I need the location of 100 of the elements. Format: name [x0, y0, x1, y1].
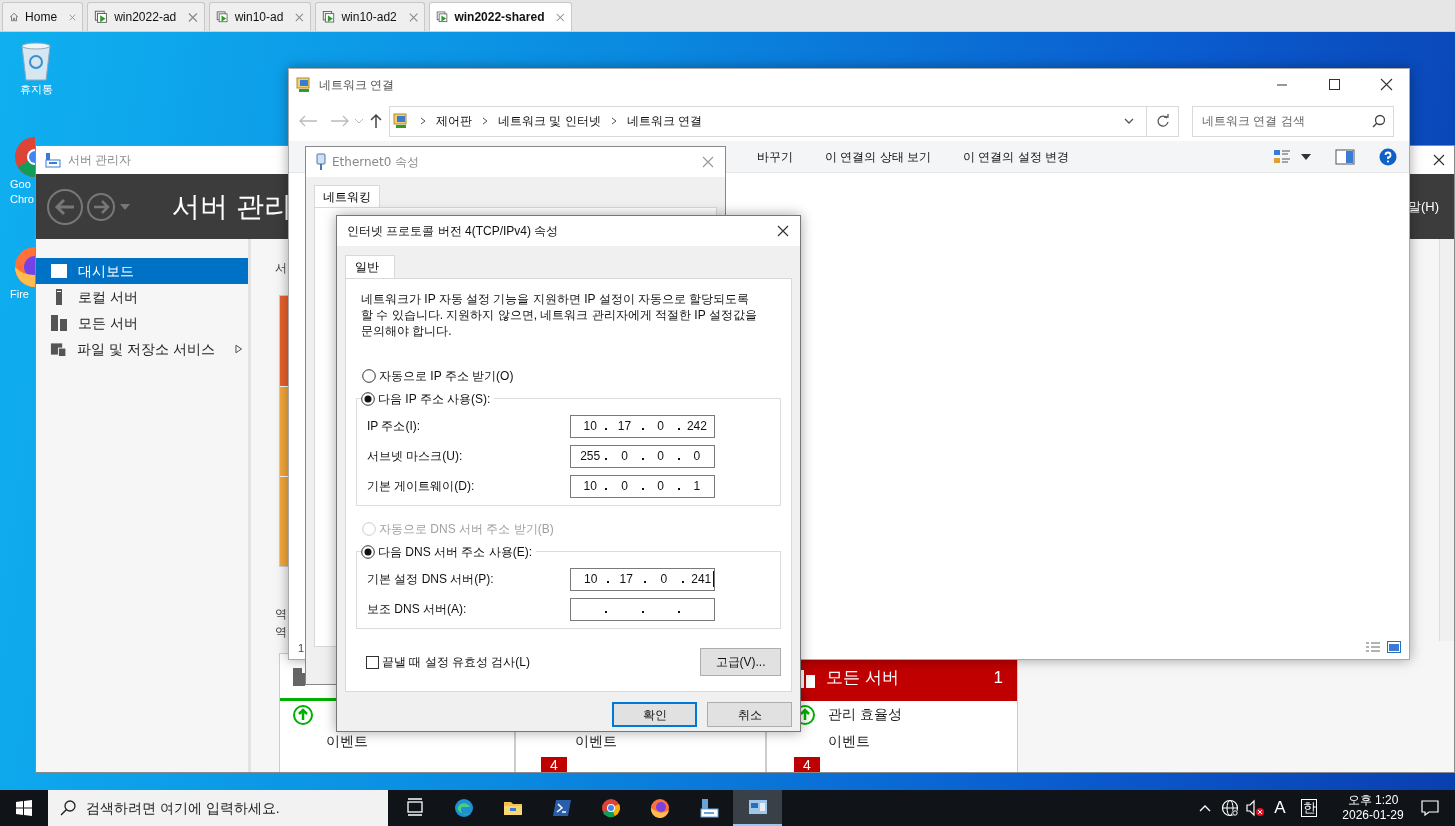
- radio-icon: [361, 545, 375, 559]
- ip-address-field[interactable]: 255 0 0 0: [570, 444, 715, 468]
- vm-play-icon: [94, 9, 109, 25]
- breadcrumb-item[interactable]: 제어판: [436, 112, 472, 130]
- icon-label: Goo: [10, 177, 31, 192]
- edge-icon: [453, 798, 474, 818]
- ip-address-field[interactable]: 10 17 0 242: [570, 414, 715, 438]
- vm-tab[interactable]: Home: [2, 2, 83, 31]
- clock-time[interactable]: 오후 1:20: [1347, 793, 1399, 808]
- field-label: 서브넷 마스크(U):: [367, 448, 464, 465]
- field-label: 기본 설정 DNS 서버(P):: [367, 571, 495, 588]
- sidebar-label: 로컬 서버: [78, 287, 138, 307]
- address-bar[interactable]: 제어판 네트워크 및 인터넷 네트워크 연결: [389, 105, 1179, 137]
- command-button[interactable]: 바꾸기: [757, 147, 793, 166]
- ip-address-field[interactable]: [570, 597, 715, 621]
- search-field[interactable]: 네트워크 연결 검색: [1192, 105, 1394, 137]
- network-folder-icon: [392, 112, 410, 130]
- sidebar-item[interactable]: 대시보드: [36, 258, 248, 284]
- dropdown-caret-icon[interactable]: [1301, 153, 1311, 160]
- preview-pane-icon[interactable]: [1335, 148, 1355, 165]
- tile-row-link[interactable]: 이벤트: [326, 731, 368, 752]
- large-icons-view-icon[interactable]: [1387, 641, 1401, 653]
- window-title: 서버 관리자: [68, 152, 132, 169]
- help-icon[interactable]: [1379, 147, 1397, 166]
- tile-count: 1: [993, 666, 1003, 689]
- clock-date[interactable]: 2026-01-29: [1342, 808, 1404, 823]
- chevron-up-icon[interactable]: [1199, 804, 1211, 812]
- tab-label: win10-ad2: [341, 9, 397, 26]
- icon-label: 휴지통: [19, 82, 53, 97]
- network-folder-icon: [295, 76, 313, 94]
- command-button[interactable]: 이 연결의 상태 보기: [825, 147, 931, 166]
- tile-row-link[interactable]: 이벤트: [828, 731, 870, 752]
- network-folder-icon: [747, 797, 768, 817]
- advanced-button[interactable]: 고급(V)...: [700, 648, 781, 676]
- close-icon[interactable]: [1432, 153, 1446, 167]
- taskbar-app-button[interactable]: [733, 790, 782, 826]
- text-fragment: 서: [275, 260, 287, 277]
- language-indicator[interactable]: 한: [1301, 799, 1317, 817]
- scrollbar[interactable]: [1439, 239, 1454, 641]
- radio-option[interactable]: 다음 IP 주소 사용(S):: [361, 390, 495, 408]
- server-icon: [50, 314, 68, 332]
- search-icon[interactable]: [1372, 113, 1386, 128]
- input-mode-indicator[interactable]: A: [1273, 795, 1287, 821]
- ip-address-field[interactable]: 10 17 0 241: [570, 567, 715, 591]
- tab[interactable]: 네트워킹: [314, 185, 380, 207]
- chevron-right-icon: [482, 117, 488, 125]
- tile-row-link[interactable]: 이벤트: [575, 731, 617, 752]
- refresh-icon: [1155, 114, 1170, 128]
- up-arrow-icon[interactable]: [369, 113, 383, 129]
- text-fragment: 1: [298, 642, 305, 654]
- checkbox[interactable]: 끝낼 때 설정 유효성 검사(L): [366, 653, 530, 671]
- tile-title[interactable]: 모든 서버: [826, 664, 899, 691]
- breadcrumb-item[interactable]: 네트워크 연결: [626, 112, 702, 130]
- ip-address-field[interactable]: 10 0 0 1: [570, 474, 715, 498]
- vm-play-icon: [216, 9, 229, 25]
- vm-tab[interactable]: win2022-ad: [87, 2, 205, 31]
- count-badge: 4: [541, 757, 567, 772]
- page-title: 서버 관리: [172, 189, 292, 224]
- powershell-icon: [551, 798, 572, 818]
- windows-logo-icon: [16, 800, 32, 816]
- dropdown-caret-icon[interactable]: [1124, 118, 1134, 124]
- sidebar-item[interactable]: 파일 및 저장소 서비스: [36, 336, 248, 362]
- vm-tab[interactable]: win2022-shared: [429, 2, 572, 31]
- tab-label: win2022-ad: [114, 9, 177, 26]
- expand-arrow-icon[interactable]: [234, 344, 242, 354]
- speaker-muted-icon[interactable]: [1245, 799, 1265, 817]
- radio-option[interactable]: 다음 DNS 서버 주소 사용(E):: [361, 543, 536, 561]
- text-fragment: 역: [275, 606, 287, 623]
- globe-icon[interactable]: [1221, 799, 1239, 817]
- help-menu[interactable]: 말(H): [1407, 196, 1439, 217]
- description-text: 네트워크가 IP 자동 설정 기능을 지원하면 IP 설정이 자동으로 할당되도록 할 수 있습니다. 지원하지 않으면, 네트워크 관리자에게 적절한 IP 설정값을 문의해야 합니다.: [360, 291, 758, 339]
- tab[interactable]: 일반: [345, 255, 395, 278]
- window-title: 네트워크 연결: [319, 77, 395, 94]
- vm-play-icon: [436, 9, 449, 25]
- sidebar-label: 대시보드: [78, 261, 134, 281]
- sidebar-item[interactable]: 모든 서버: [36, 310, 248, 336]
- radio-option: 자동으로 DNS 서버 주소 받기(B): [356, 520, 781, 538]
- chevron-right-icon: [610, 117, 617, 125]
- tile-row-link[interactable]: 관리 효율성: [828, 704, 902, 725]
- close-icon[interactable]: [776, 224, 790, 238]
- radio-icon: [362, 522, 376, 536]
- server-icon: [292, 665, 305, 687]
- vm-tab[interactable]: win10-ad: [209, 2, 311, 31]
- sidebar-item[interactable]: 로컬 서버: [36, 284, 248, 310]
- notification-icon[interactable]: [1421, 800, 1439, 816]
- breadcrumb-item[interactable]: 네트워크 및 인터넷: [498, 112, 601, 130]
- command-button[interactable]: 이 연결의 설정 변경: [963, 147, 1070, 166]
- vm-tab[interactable]: win10-ad2: [315, 2, 425, 31]
- field-label: 기본 게이트웨이(D):: [367, 478, 476, 495]
- cancel-button[interactable]: 취소: [707, 702, 792, 727]
- count-badge: 4: [794, 757, 820, 772]
- forward-button-icon[interactable]: [86, 191, 116, 222]
- taskbar-search-field[interactable]: 검색하려면 여기에 입력하세요.: [48, 790, 388, 826]
- view-options-icon[interactable]: [1273, 148, 1291, 165]
- back-button-icon[interactable]: [46, 187, 84, 226]
- radio-option[interactable]: 자동으로 IP 주소 받기(O): [356, 367, 781, 385]
- ok-button[interactable]: 확인: [612, 702, 697, 727]
- radio-icon: [362, 369, 376, 383]
- window-title: Ethernet0 속성: [332, 154, 420, 171]
- field-label: IP 주소(I):: [367, 418, 422, 435]
